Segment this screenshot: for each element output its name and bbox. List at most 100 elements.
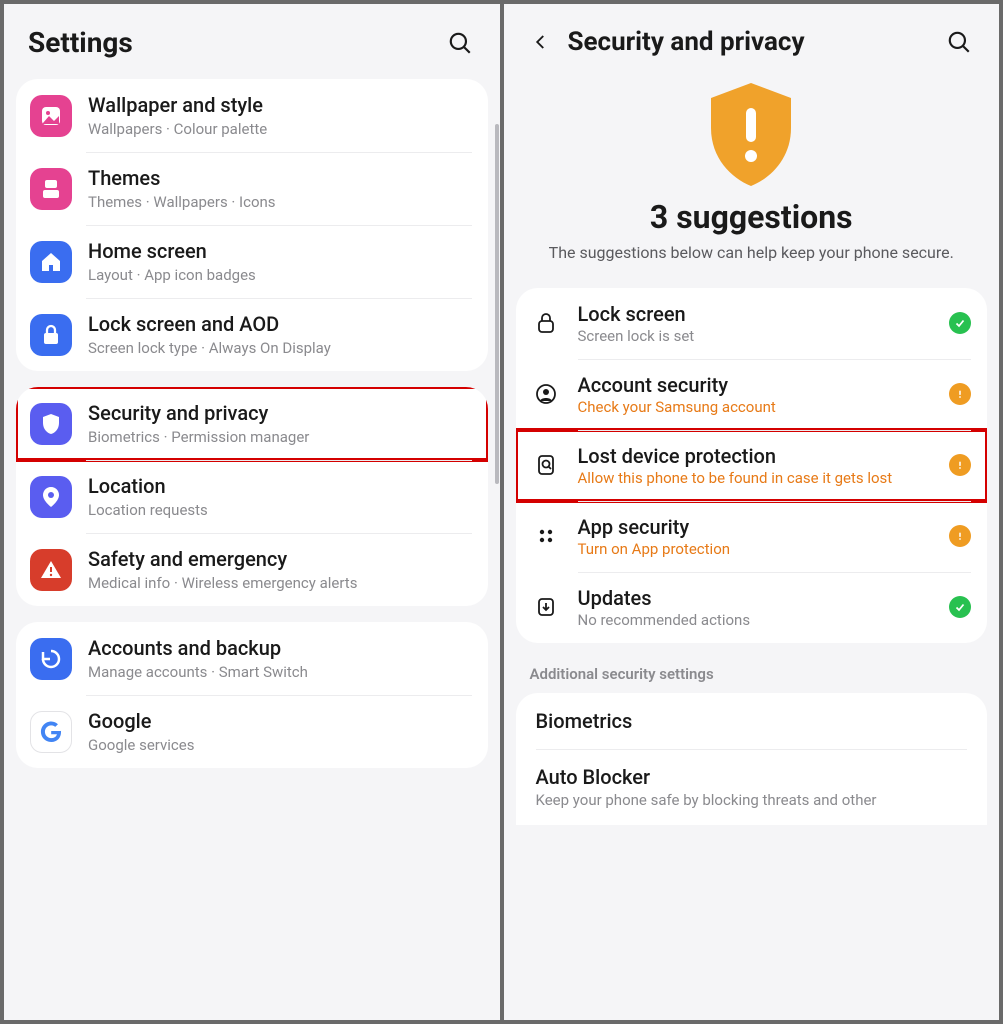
status-warn-icon [949,525,971,547]
hero-title: 3 suggestions [534,198,970,236]
row-title: Lock screen [578,302,932,326]
settings-row-home-screen[interactable]: Home screen Layout · App icon badges [16,225,488,298]
settings-screen: Settings Wallpaper and style Wallpapers … [4,4,500,1020]
row-subtitle: Keep your phone safe by blocking threats… [536,791,968,809]
row-subtitle: Turn on App protection [578,540,932,558]
row-title: Lost device protection [578,444,932,468]
suggestion-row-lost-device-protection[interactable]: Lost device protection Allow this phone … [516,430,988,501]
settings-content[interactable]: Wallpaper and style Wallpapers · Colour … [4,69,500,1020]
backup-icon [30,638,72,680]
padlock-icon [532,309,560,337]
row-texts: Home screen Layout · App icon badges [88,239,472,284]
row-texts: Location Location requests [88,474,472,519]
emergency-icon [30,549,72,591]
row-subtitle: Manage accounts · Smart Switch [88,663,472,681]
row-title: Themes [88,166,472,191]
row-title: Auto Blocker [536,765,968,789]
row-title: Location [88,474,472,499]
row-title: Security and privacy [88,401,472,426]
settings-row-google[interactable]: Google Google services [16,695,488,768]
row-title: Account security [578,373,932,397]
lock-icon [30,314,72,356]
row-texts: Lost device protection Allow this phone … [578,444,932,487]
row-subtitle: Screen lock is set [578,327,932,345]
hero-subtitle: The suggestions below can help keep your… [534,242,970,264]
row-subtitle: Check your Samsung account [578,398,932,416]
security-header: Security and privacy [504,4,1000,68]
row-texts: Lock screen Screen lock is set [578,302,932,345]
security-title: Security and privacy [568,27,930,57]
status-warn-icon [949,383,971,405]
row-title: Home screen [88,239,472,264]
row-subtitle: Google services [88,736,472,754]
row-texts: Google Google services [88,709,472,754]
suggestions-hero: 3 suggestions The suggestions below can … [504,68,1000,288]
additional-row-biometrics[interactable]: Biometrics [516,693,988,749]
additional-card: Biometrics Auto Blocker Keep your phone … [516,693,988,825]
row-texts: Wallpaper and style Wallpapers · Colour … [88,93,472,138]
row-subtitle: Wallpapers · Colour palette [88,120,472,138]
row-texts: Account security Check your Samsung acco… [578,373,932,416]
row-title: Safety and emergency [88,547,472,572]
row-title: Wallpaper and style [88,93,472,118]
row-subtitle: Themes · Wallpapers · Icons [88,193,472,211]
alert-shield-icon [701,78,801,188]
row-texts: Updates No recommended actions [578,586,932,629]
settings-row-accounts-and-backup[interactable]: Accounts and backup Manage accounts · Sm… [16,622,488,695]
google-icon [30,711,72,753]
row-title: Google [88,709,472,734]
suggestions-card: Lock screen Screen lock is set Account s… [516,288,988,643]
row-subtitle: Layout · App icon badges [88,266,472,284]
security-screen: Security and privacy 3 suggestions The s… [504,4,1000,1020]
row-title: App security [578,515,932,539]
settings-group: Accounts and backup Manage accounts · Sm… [16,622,488,768]
row-title: Lock screen and AOD [88,312,472,337]
settings-row-security-and-privacy[interactable]: Security and privacy Biometrics · Permis… [16,387,488,460]
row-texts: Lock screen and AOD Screen lock type · A… [88,312,472,357]
suggestion-row-app-security[interactable]: App security Turn on App protection [516,501,988,572]
row-title: Biometrics [536,709,968,733]
search-icon [447,30,473,56]
section-label: Additional security settings [504,659,1000,693]
location-icon [30,476,72,518]
settings-row-lock-screen-and-aod[interactable]: Lock screen and AOD Screen lock type · A… [16,298,488,371]
scrollbar-thumb[interactable] [495,124,499,484]
settings-row-themes[interactable]: Themes Themes · Wallpapers · Icons [16,152,488,225]
themes-icon [30,168,72,210]
apps-icon [532,522,560,550]
row-subtitle: Screen lock type · Always On Display [88,339,472,357]
settings-row-location[interactable]: Location Location requests [16,460,488,533]
home-icon [30,241,72,283]
row-texts: Accounts and backup Manage accounts · Sm… [88,636,472,681]
search-button[interactable] [444,27,476,59]
settings-row-wallpaper-and-style[interactable]: Wallpaper and style Wallpapers · Colour … [16,79,488,152]
find-icon [532,451,560,479]
row-subtitle: Allow this phone to be found in case it … [578,469,932,487]
search-icon [946,29,972,55]
suggestion-row-lock-screen[interactable]: Lock screen Screen lock is set [516,288,988,359]
row-texts: Themes Themes · Wallpapers · Icons [88,166,472,211]
row-texts: Safety and emergency Medical info · Wire… [88,547,472,592]
status-ok-icon [949,312,971,334]
row-title: Accounts and backup [88,636,472,661]
suggestion-row-account-security[interactable]: Account security Check your Samsung acco… [516,359,988,430]
settings-row-safety-and-emergency[interactable]: Safety and emergency Medical info · Wire… [16,533,488,606]
settings-header: Settings [4,4,500,69]
chevron-left-icon [532,30,550,54]
suggestion-row-updates[interactable]: Updates No recommended actions [516,572,988,643]
row-subtitle: Location requests [88,501,472,519]
settings-group: Wallpaper and style Wallpapers · Colour … [16,79,488,371]
back-button[interactable] [528,29,554,55]
updates-icon [532,593,560,621]
account-icon [532,380,560,408]
row-subtitle: Medical info · Wireless emergency alerts [88,574,472,592]
settings-title: Settings [28,26,430,59]
status-warn-icon [949,454,971,476]
shield-icon [30,403,72,445]
settings-group: Security and privacy Biometrics · Permis… [16,387,488,606]
additional-row-auto-blocker[interactable]: Auto Blocker Keep your phone safe by blo… [516,749,988,825]
search-button[interactable] [943,26,975,58]
row-texts: App security Turn on App protection [578,515,932,558]
row-title: Updates [578,586,932,610]
row-subtitle: No recommended actions [578,611,932,629]
